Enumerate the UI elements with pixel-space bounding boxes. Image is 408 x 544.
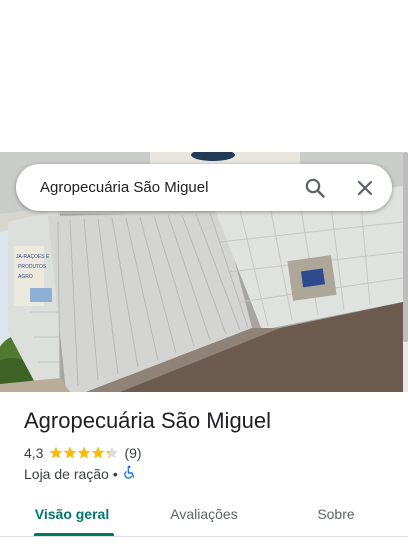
star-icon <box>50 446 63 459</box>
tabs-divider <box>0 536 408 537</box>
search-bar[interactable]: Agropecuária São Miguel <box>16 164 392 211</box>
rating-value: 4,3 <box>24 445 44 461</box>
search-input[interactable]: Agropecuária São Miguel <box>40 164 208 211</box>
star-rating <box>49 446 119 460</box>
tab-overview[interactable]: Visão geral <box>24 496 120 536</box>
rating-row[interactable]: 4,3 (9) <box>24 444 142 462</box>
tab-reviews[interactable]: Avaliações <box>156 496 252 536</box>
review-count[interactable]: (9) <box>124 445 141 461</box>
place-category[interactable]: Loja de ração <box>24 466 109 482</box>
photo-scrollbar-thumb[interactable] <box>403 152 408 342</box>
svg-text:JA-RAÇOES E: JA-RAÇOES E <box>16 254 50 260</box>
tab-about[interactable]: Sobre <box>288 496 384 536</box>
place-tabs: Visão geral Avaliações Sobre <box>0 496 408 536</box>
separator-dot: • <box>112 466 118 482</box>
close-icon[interactable] <box>354 177 376 199</box>
svg-text:AGRO: AGRO <box>18 274 33 280</box>
search-icon[interactable] <box>304 177 326 199</box>
category-row: Loja de ração • <box>24 465 136 483</box>
star-icon <box>106 446 119 459</box>
wheelchair-accessible-icon <box>122 465 136 484</box>
star-icon <box>78 446 91 459</box>
star-icon <box>92 446 105 459</box>
blank-area <box>0 0 408 152</box>
place-title: Agropecuária São Miguel <box>24 408 272 433</box>
star-icon <box>64 446 77 459</box>
svg-text:PRODUTOS: PRODUTOS <box>18 264 47 270</box>
